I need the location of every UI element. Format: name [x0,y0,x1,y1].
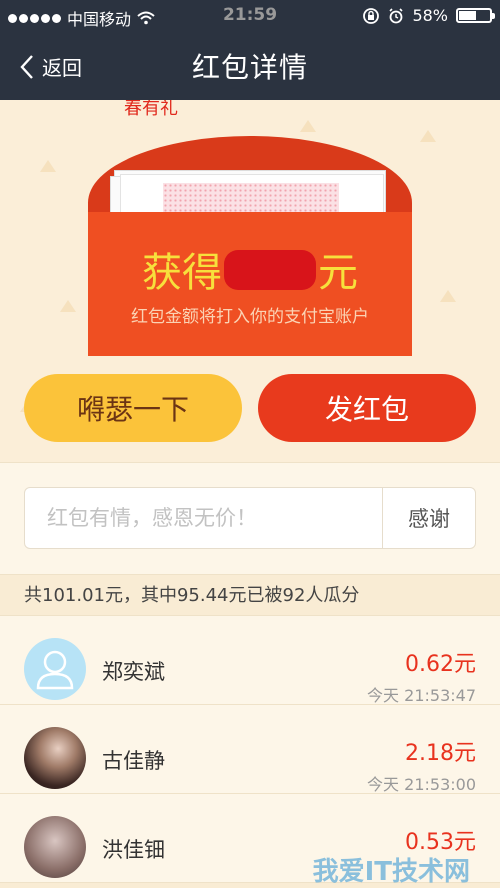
thanks-box: 感谢 [24,487,476,549]
envelope-caption: 春有礼 [124,100,178,119]
envelope-body: 获得 元 红包金额将打入你的支付宝账户 [88,212,412,356]
battery-percent: 58% [412,6,448,25]
avatar [24,727,86,789]
status-bar: 中国移动 21:59 58% [0,0,500,32]
status-right-group: 58% [362,6,495,25]
red-envelope-hero: 春有礼 获得 元 红包金额将打入你的支付宝账户 嘚瑟一下 发红包 [0,100,500,462]
recipient-name: 古佳静 [102,749,165,773]
page-title: 红包详情 [191,51,308,84]
envelope-amount: 获得 元 [88,240,412,298]
recipient-amount: 0.62元 [405,652,476,677]
list-item[interactable]: 古佳静 2.18元 今天 21:53:00 [0,705,500,794]
recipient-list: 郑奕斌 0.62元 今天 21:53:47 古佳静 2.18元 今天 21:53… [0,616,500,883]
send-red-envelope-button[interactable]: 发红包 [258,374,476,442]
list-item[interactable]: 郑奕斌 0.62元 今天 21:53:47 [0,616,500,705]
recipient-time: 今天 21:53:00 [367,775,476,794]
battery-icon [456,8,495,23]
amount-suffix: 元 [318,250,358,296]
navigation-bar: 返回 红包详情 [0,32,500,100]
avatar [24,816,86,878]
avatar [24,638,86,700]
alarm-icon [389,7,404,23]
recipient-amount: 2.18元 [405,741,476,766]
summary-text: 共101.01元，其中95.44元已被92人瓜分 [0,574,500,616]
recipient-name: 洪佳钿 [102,838,165,862]
share-button[interactable]: 嘚瑟一下 [24,374,242,442]
thanks-input[interactable] [25,488,383,548]
amount-prefix: 获得 [142,250,222,296]
site-watermark: 我爱IT技术网 [312,857,470,887]
default-user-icon [36,650,74,690]
recipient-name: 郑奕斌 [102,660,165,684]
redacted-amount [224,250,316,290]
rotation-lock-icon [363,7,380,24]
recipient-time: 今天 21:53:47 [367,686,476,705]
thanks-section: 感谢 [0,462,500,575]
thanks-button[interactable]: 感谢 [382,488,475,548]
envelope-subtitle: 红包金额将打入你的支付宝账户 [131,307,369,327]
